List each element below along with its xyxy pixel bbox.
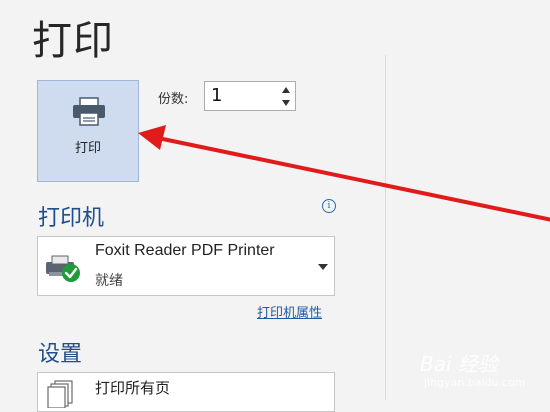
copies-label: 份数: xyxy=(158,92,189,107)
panel-divider xyxy=(385,55,386,400)
pages-icon xyxy=(47,380,73,408)
copies-value[interactable]: 1 xyxy=(211,85,222,106)
printer-ready-icon xyxy=(46,255,80,282)
print-button-label: 打印 xyxy=(74,141,101,156)
watermark-url: jingyan.baidu.com xyxy=(424,376,526,389)
settings-heading: 设置 xyxy=(38,342,83,367)
chevron-down-icon[interactable] xyxy=(318,263,328,271)
printer-heading: 打印机 xyxy=(38,206,105,231)
spin-down-icon[interactable] xyxy=(281,98,291,108)
printer-icon xyxy=(73,97,105,126)
pages-select[interactable]: 打印所有页 xyxy=(37,372,335,412)
printer-status: 就绪 xyxy=(95,273,123,289)
info-icon[interactable]: i xyxy=(322,199,336,213)
pages-option-label: 打印所有页 xyxy=(95,379,171,397)
printer-select[interactable]: Foxit Reader PDF Printer 就绪 xyxy=(37,236,335,296)
copies-stepper[interactable]: 1 xyxy=(204,81,296,111)
page-title: 打印 xyxy=(32,18,114,64)
print-button[interactable]: 打印 xyxy=(37,80,139,182)
printer-name: Foxit Reader PDF Printer xyxy=(95,242,275,259)
printer-properties-link[interactable]: 打印机属性 xyxy=(257,302,322,321)
spin-up-icon[interactable] xyxy=(281,85,291,95)
watermark-logo: Bai 经验 xyxy=(420,352,498,376)
